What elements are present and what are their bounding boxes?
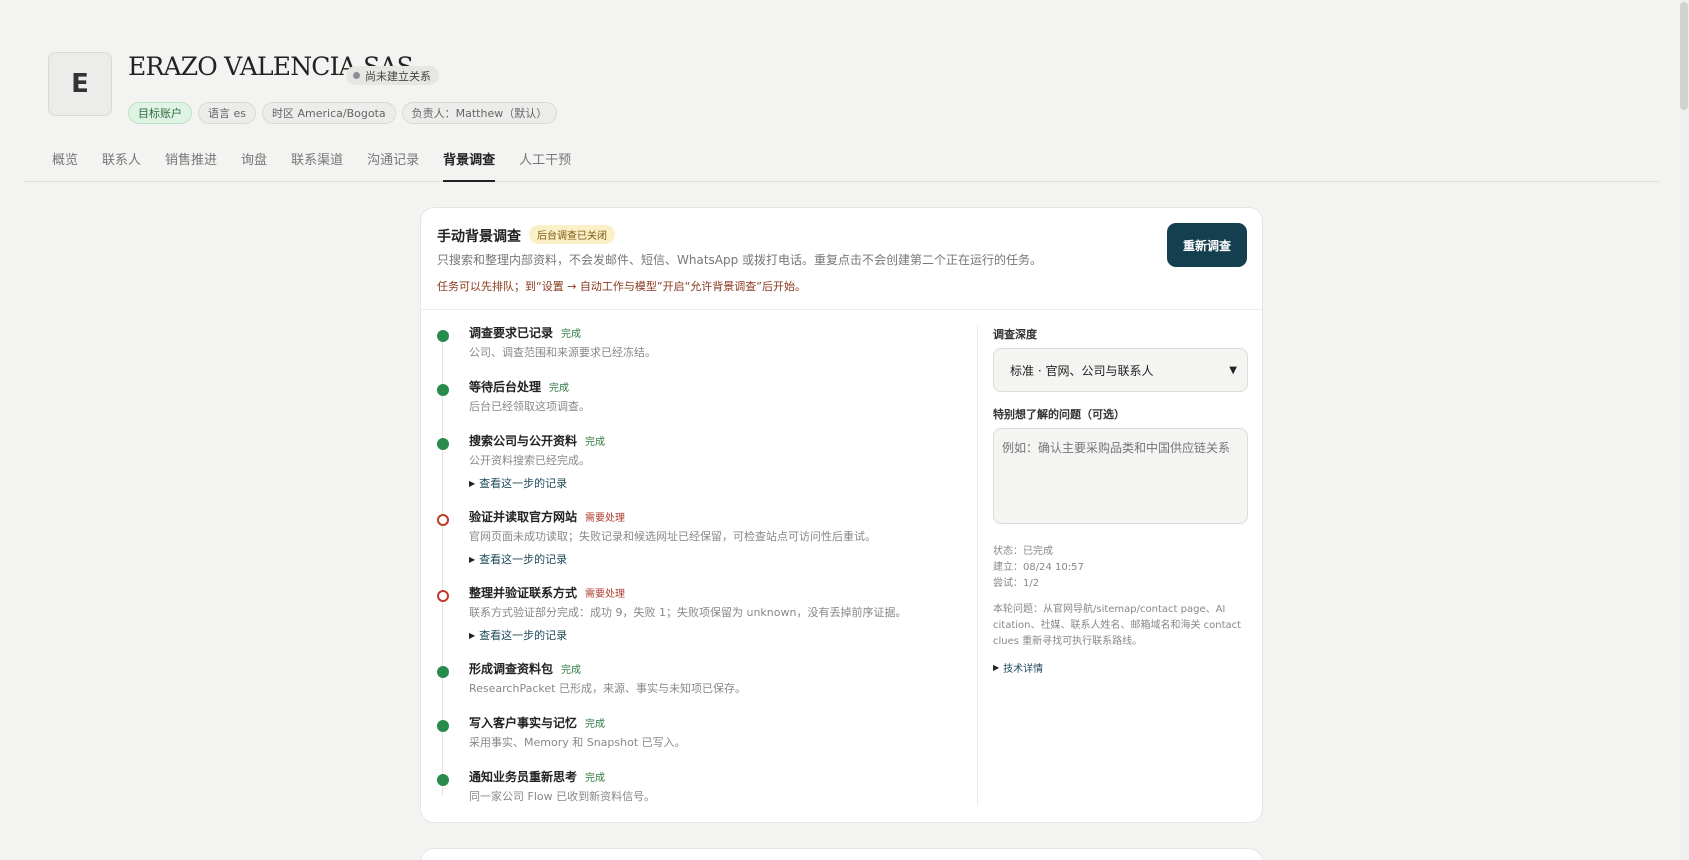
step-status: 完成 [561, 665, 582, 676]
depth-select[interactable]: 标准 · 官网、公司与联系人 ▼ [993, 348, 1248, 392]
step-status: 需要处理 [585, 513, 626, 524]
step-item: 形成调查资料包 完成 ResearchPacket 已形成，来源、事实与未知项已保… [435, 660, 935, 714]
research-card: 手动背景调查 后台调查已关闭 只搜索和整理内部资料，不会发邮件、短信、Whats… [420, 207, 1263, 823]
step-item: 写入客户事实与记忆 完成 采用事实、Memory 和 Snapshot 已写入。 [435, 714, 935, 768]
step-done-icon [437, 384, 449, 396]
account-header: E ERAZO VALENCIA SAS 尚未建立关系 目标账户 语言 es 时… [48, 52, 948, 132]
step-done-icon [437, 666, 449, 678]
scrollbar-thumb[interactable] [1680, 2, 1688, 110]
step-description: 采用事实、Memory 和 Snapshot 已写入。 [469, 736, 686, 749]
triangle-right-icon: ▶ [993, 663, 1000, 672]
step-title: 形成调查资料包 [469, 662, 554, 676]
step-title: 等待后台处理 [469, 380, 542, 394]
step-title: 调查要求已记录 [469, 326, 554, 340]
step-item: 通知业务员重新思考 完成 同一家公司 Flow 已收到新资料信号。 [435, 768, 935, 822]
tab-contacts[interactable]: 联系人 [102, 148, 141, 182]
view-step-log-link[interactable]: ▶ 查看这一步的记录 [469, 475, 567, 491]
view-step-log-label: 查看这一步的记录 [479, 553, 568, 566]
view-step-log-link[interactable]: ▶ 查看这一步的记录 [469, 551, 567, 567]
round-question-note: 本轮问题：从官网导航/sitemap/contact page、AI citat… [993, 604, 1242, 647]
step-description: 官网页面未成功读取；失败记录和候选网址已经保留，可检查站点可访问性后重试。 [469, 530, 876, 543]
tab-inquiries[interactable]: 询盘 [241, 148, 267, 182]
step-item: 调查要求已记录 完成 公司、调查范围和来源要求已经冻结。 [435, 324, 935, 378]
tech-details-label: 技术详情 [1003, 664, 1044, 675]
relation-status-label: 尚未建立关系 [365, 69, 431, 83]
research-title: 手动背景调查 [437, 229, 521, 245]
step-warning-icon [437, 514, 449, 526]
step-status: 完成 [561, 329, 582, 340]
step-title: 写入客户事实与记忆 [469, 716, 578, 730]
tag-timezone: 时区 America/Bogota [262, 102, 396, 124]
step-title: 整理并验证联系方式 [469, 586, 578, 600]
research-steps: 调查要求已记录 完成 公司、调查范围和来源要求已经冻结。 等待后台处理 完成 后台已… [435, 324, 935, 822]
avatar: E [48, 52, 112, 116]
status-line: 状态：已完成 [993, 546, 1053, 557]
step-done-icon [437, 330, 449, 342]
tab-channels[interactable]: 联系渠道 [291, 148, 343, 182]
research-card-header: 手动背景调查 后台调查已关闭 只搜索和整理内部资料，不会发邮件、短信、Whats… [421, 208, 1262, 310]
step-description: ResearchPacket 已形成，来源、事实与未知项已保存。 [469, 682, 746, 695]
step-status: 完成 [585, 773, 606, 784]
step-description: 公开资料搜索已经完成。 [469, 454, 590, 467]
tab-sales[interactable]: 销售推进 [165, 148, 217, 182]
tab-communications[interactable]: 沟通记录 [367, 148, 419, 182]
relation-status-badge: 尚未建立关系 [346, 66, 439, 85]
step-title: 搜索公司与公开资料 [469, 434, 578, 448]
background-closed-badge: 后台调查已关闭 [529, 225, 615, 244]
step-description: 后台已经领取这项调查。 [469, 400, 590, 413]
chevron-down-icon: ▼ [1229, 364, 1237, 376]
attempt-line: 尝试：1/2 [993, 578, 1040, 589]
depth-select-value: 标准 · 官网、公司与联系人 [1010, 363, 1154, 378]
step-done-icon [437, 774, 449, 786]
step-description: 联系方式验证部分完成：成功 9，失败 1；失败项保留为 unknown，没有丢掉… [469, 606, 907, 619]
step-description: 同一家公司 Flow 已收到新资料信号。 [469, 790, 656, 803]
column-divider [977, 326, 978, 806]
step-title: 通知业务员重新思考 [469, 770, 578, 784]
step-status: 完成 [549, 383, 570, 394]
tab-bar: 概览 联系人 销售推进 询盘 联系渠道 沟通记录 背景调查 人工干预 [24, 148, 1659, 182]
step-item: 等待后台处理 完成 后台已经领取这项调查。 [435, 378, 935, 432]
tag-owner: 负责人：Matthew（默认） [401, 102, 558, 124]
created-line: 建立：08/24 10:57 [993, 562, 1084, 573]
question-input[interactable] [993, 428, 1248, 524]
scrollbar-track[interactable] [1679, 0, 1689, 860]
step-item: 整理并验证联系方式 需要处理 联系方式验证部分完成：成功 9，失败 1；失败项保留… [435, 584, 935, 660]
tag-language: 语言 es [198, 102, 256, 124]
research-settings-panel: 调查深度 标准 · 官网、公司与联系人 ▼ 特别想了解的问题（可选） 状态：已完… [993, 326, 1248, 675]
research-description: 只搜索和整理内部资料，不会发邮件、短信、WhatsApp 或拨打电话。重复点击不… [437, 253, 1043, 267]
research-warning: 任务可以先排队；到“设置 → 自动工作与模型”开启“允许背景调查”后开始。 [437, 280, 807, 293]
step-item: 搜索公司与公开资料 完成 公开资料搜索已经完成。 ▶ 查看这一步的记录 [435, 432, 935, 508]
triangle-right-icon: ▶ [469, 630, 476, 640]
depth-label: 调查深度 [993, 328, 1037, 341]
rerun-research-button[interactable]: 重新调查 [1167, 223, 1247, 267]
step-status: 完成 [585, 437, 606, 448]
view-step-log-label: 查看这一步的记录 [479, 477, 568, 490]
tab-research[interactable]: 背景调查 [443, 148, 496, 182]
tab-overview[interactable]: 概览 [52, 148, 78, 182]
step-status: 需要处理 [585, 589, 626, 600]
view-step-log-label: 查看这一步的记录 [479, 629, 568, 642]
triangle-right-icon: ▶ [469, 478, 476, 488]
tab-manual-intervention[interactable]: 人工干预 [519, 148, 571, 182]
step-title: 验证并读取官方网站 [469, 510, 578, 524]
step-status: 完成 [585, 719, 606, 730]
status-dot-icon [353, 72, 360, 79]
research-meta: 状态：已完成 建立：08/24 10:57 尝试：1/2 [993, 544, 1248, 592]
triangle-right-icon: ▶ [469, 554, 476, 564]
step-done-icon [437, 720, 449, 732]
next-card [420, 848, 1263, 860]
step-warning-icon [437, 590, 449, 602]
question-label: 特别想了解的问题（可选） [993, 408, 1125, 421]
view-step-log-link[interactable]: ▶ 查看这一步的记录 [469, 627, 567, 643]
step-description: 公司、调查范围和来源要求已经冻结。 [469, 346, 656, 359]
tag-target-account: 目标账户 [128, 102, 192, 124]
tech-details-toggle[interactable]: ▶ 技术详情 [993, 660, 1248, 675]
step-done-icon [437, 438, 449, 450]
step-item: 验证并读取官方网站 需要处理 官网页面未成功读取；失败记录和候选网址已经保留，可检… [435, 508, 935, 584]
account-tags: 目标账户 语言 es 时区 America/Bogota 负责人：Matthew… [128, 102, 558, 124]
